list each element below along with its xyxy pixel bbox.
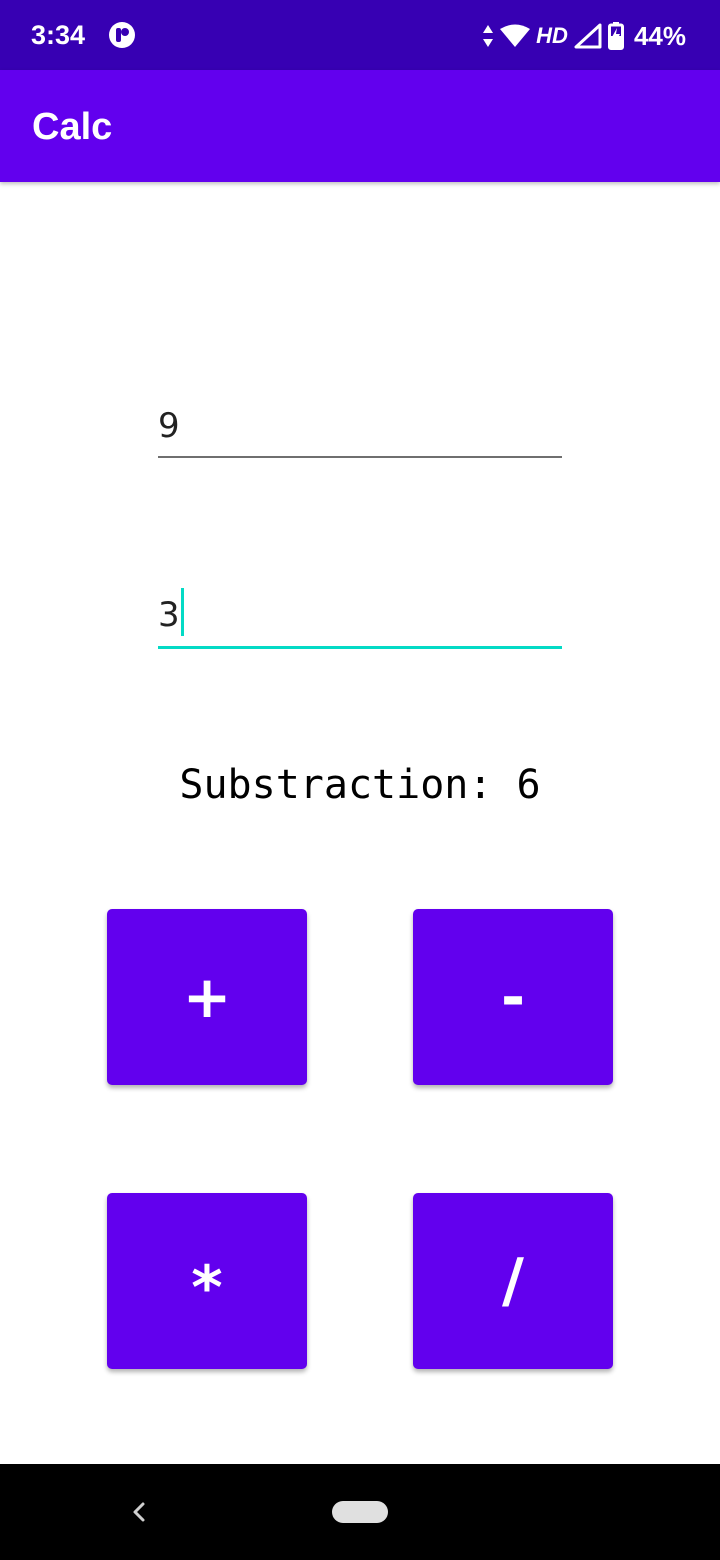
back-icon[interactable]: [128, 1498, 150, 1526]
battery-percentage: 44%: [633, 20, 686, 51]
status-bar: 3:34 HD 44%: [0, 0, 720, 70]
first-number-field[interactable]: 9: [158, 398, 562, 458]
result-text: Substraction: 6: [179, 762, 541, 808]
app-bar: Calc: [0, 70, 720, 182]
multiply-button[interactable]: *: [107, 1193, 307, 1369]
home-pill-button[interactable]: [332, 1501, 388, 1523]
first-number-value: 9: [158, 406, 180, 446]
cell-signal-icon: [574, 23, 602, 49]
battery-charging-icon: [607, 22, 624, 50]
status-icons: HD 44%: [482, 18, 686, 54]
second-number-field[interactable]: 3: [158, 588, 562, 649]
add-button[interactable]: +: [107, 909, 307, 1085]
app-notification-icon: [109, 22, 135, 48]
status-time: 3:34: [31, 20, 86, 50]
second-number-input-content: 3: [158, 588, 184, 636]
subtract-button[interactable]: -: [413, 909, 613, 1085]
divide-button[interactable]: /: [413, 1193, 613, 1369]
text-cursor: [180, 588, 184, 636]
second-number-value: 3: [158, 595, 180, 635]
app-title: Calc: [32, 106, 113, 148]
data-arrows-icon: [483, 25, 494, 47]
wifi-icon: [500, 24, 531, 47]
network-type-label: HD: [536, 23, 568, 48]
